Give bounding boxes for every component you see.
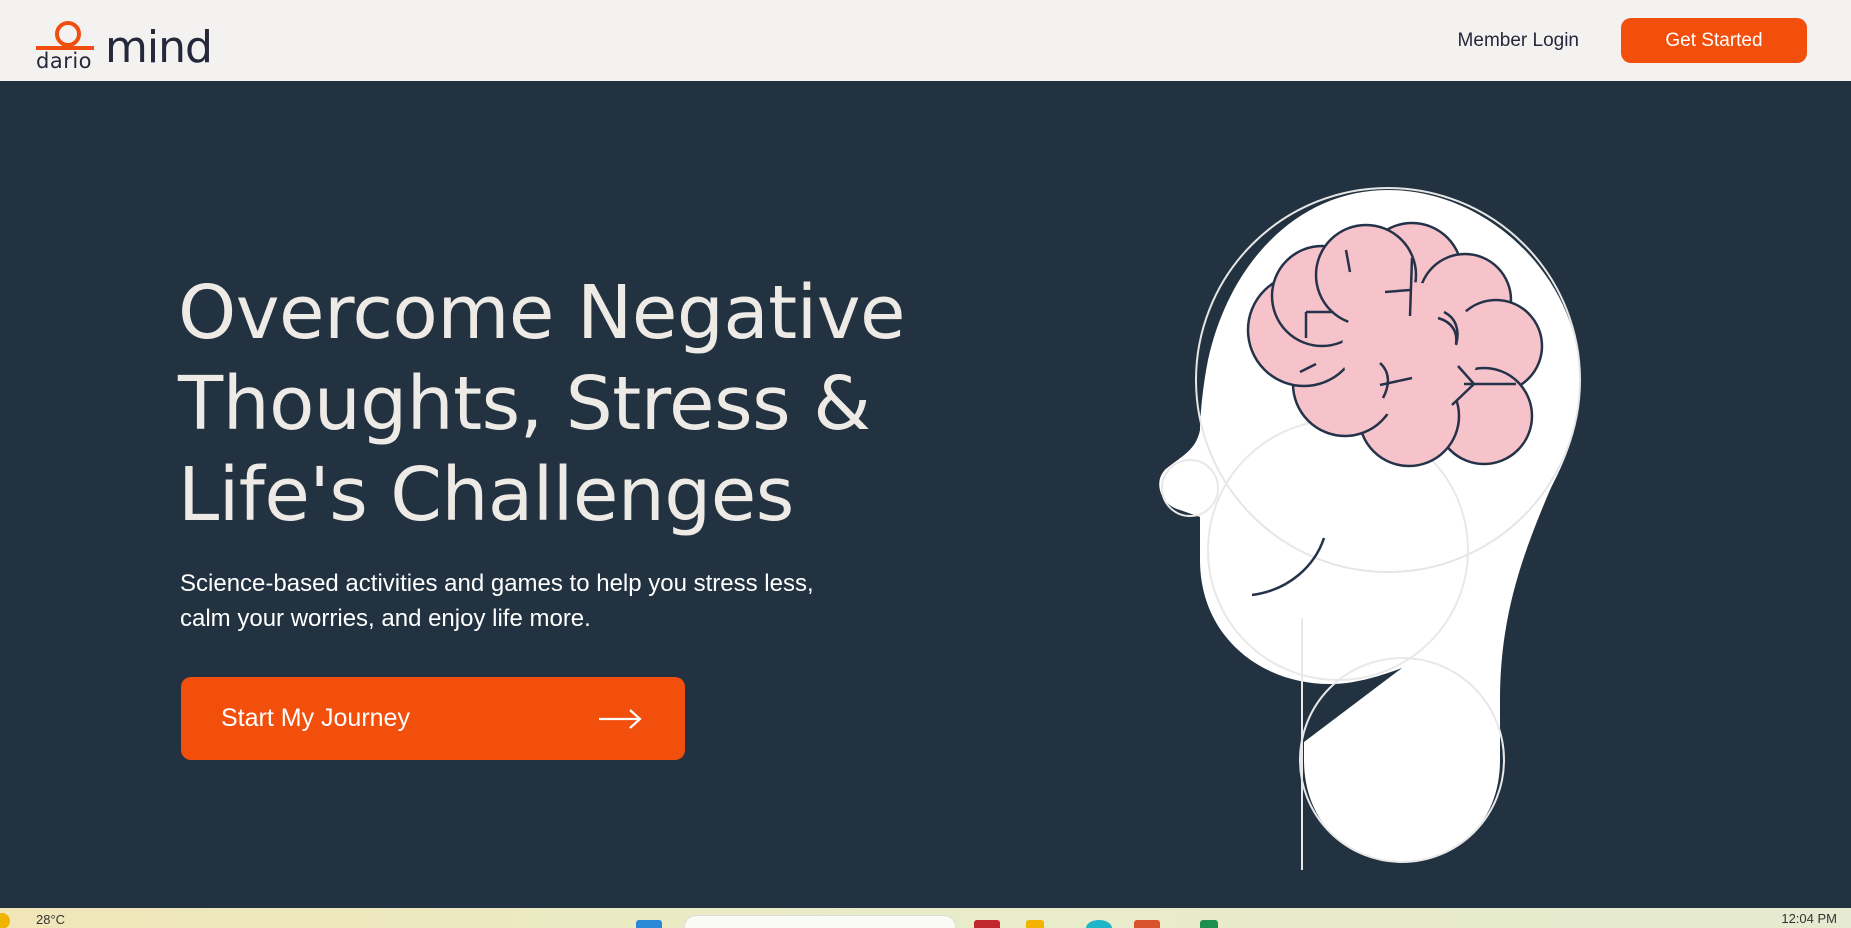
clock-time[interactable]: 12:04 PM <box>1781 911 1837 926</box>
cta-label: Start My Journey <box>221 704 410 732</box>
hero-subtitle-line: calm your worries, and enjoy life more. <box>180 605 591 632</box>
logo-ring-icon <box>55 20 81 47</box>
get-started-button[interactable]: Get Started <box>1621 18 1807 63</box>
start-my-journey-button[interactable]: Start My Journey <box>181 677 685 760</box>
hero-title: Overcome Negative Thoughts, Stress & Lif… <box>178 268 978 541</box>
app-icon[interactable] <box>974 920 1000 928</box>
browser-icon[interactable] <box>1086 920 1112 928</box>
hero-title-line: Thoughts, Stress & <box>178 361 871 447</box>
sheets-icon[interactable] <box>1200 920 1218 928</box>
member-login-link[interactable]: Member Login <box>1458 30 1579 52</box>
site-header: dario mind Member Login Get Started <box>0 0 1851 81</box>
weather-temp[interactable]: 28°C <box>36 912 65 927</box>
mail-icon[interactable] <box>1134 920 1160 928</box>
hero-subtitle-line: Science-based activities and games to he… <box>180 570 814 597</box>
hero-title-line: Overcome Negative <box>178 270 906 356</box>
dario-mind-logo[interactable]: dario mind <box>36 11 216 73</box>
hero-title-line: Life's Challenges <box>178 452 794 538</box>
header-nav: Member Login Get Started <box>1458 18 1807 63</box>
taskbar-search[interactable] <box>684 915 956 928</box>
logo-mind-text: mind <box>105 21 213 73</box>
os-taskbar: 28°C 12:04 PM <box>0 908 1851 928</box>
hero-subtitle: Science-based activities and games to he… <box>180 566 900 636</box>
windows-start-icon[interactable] <box>636 920 662 928</box>
folder-icon[interactable] <box>1026 920 1044 928</box>
head-brain-illustration <box>1159 187 1581 870</box>
weather-icon[interactable] <box>0 913 10 928</box>
logo-dario-text: dario <box>36 48 93 73</box>
arrow-right-icon <box>599 708 642 729</box>
